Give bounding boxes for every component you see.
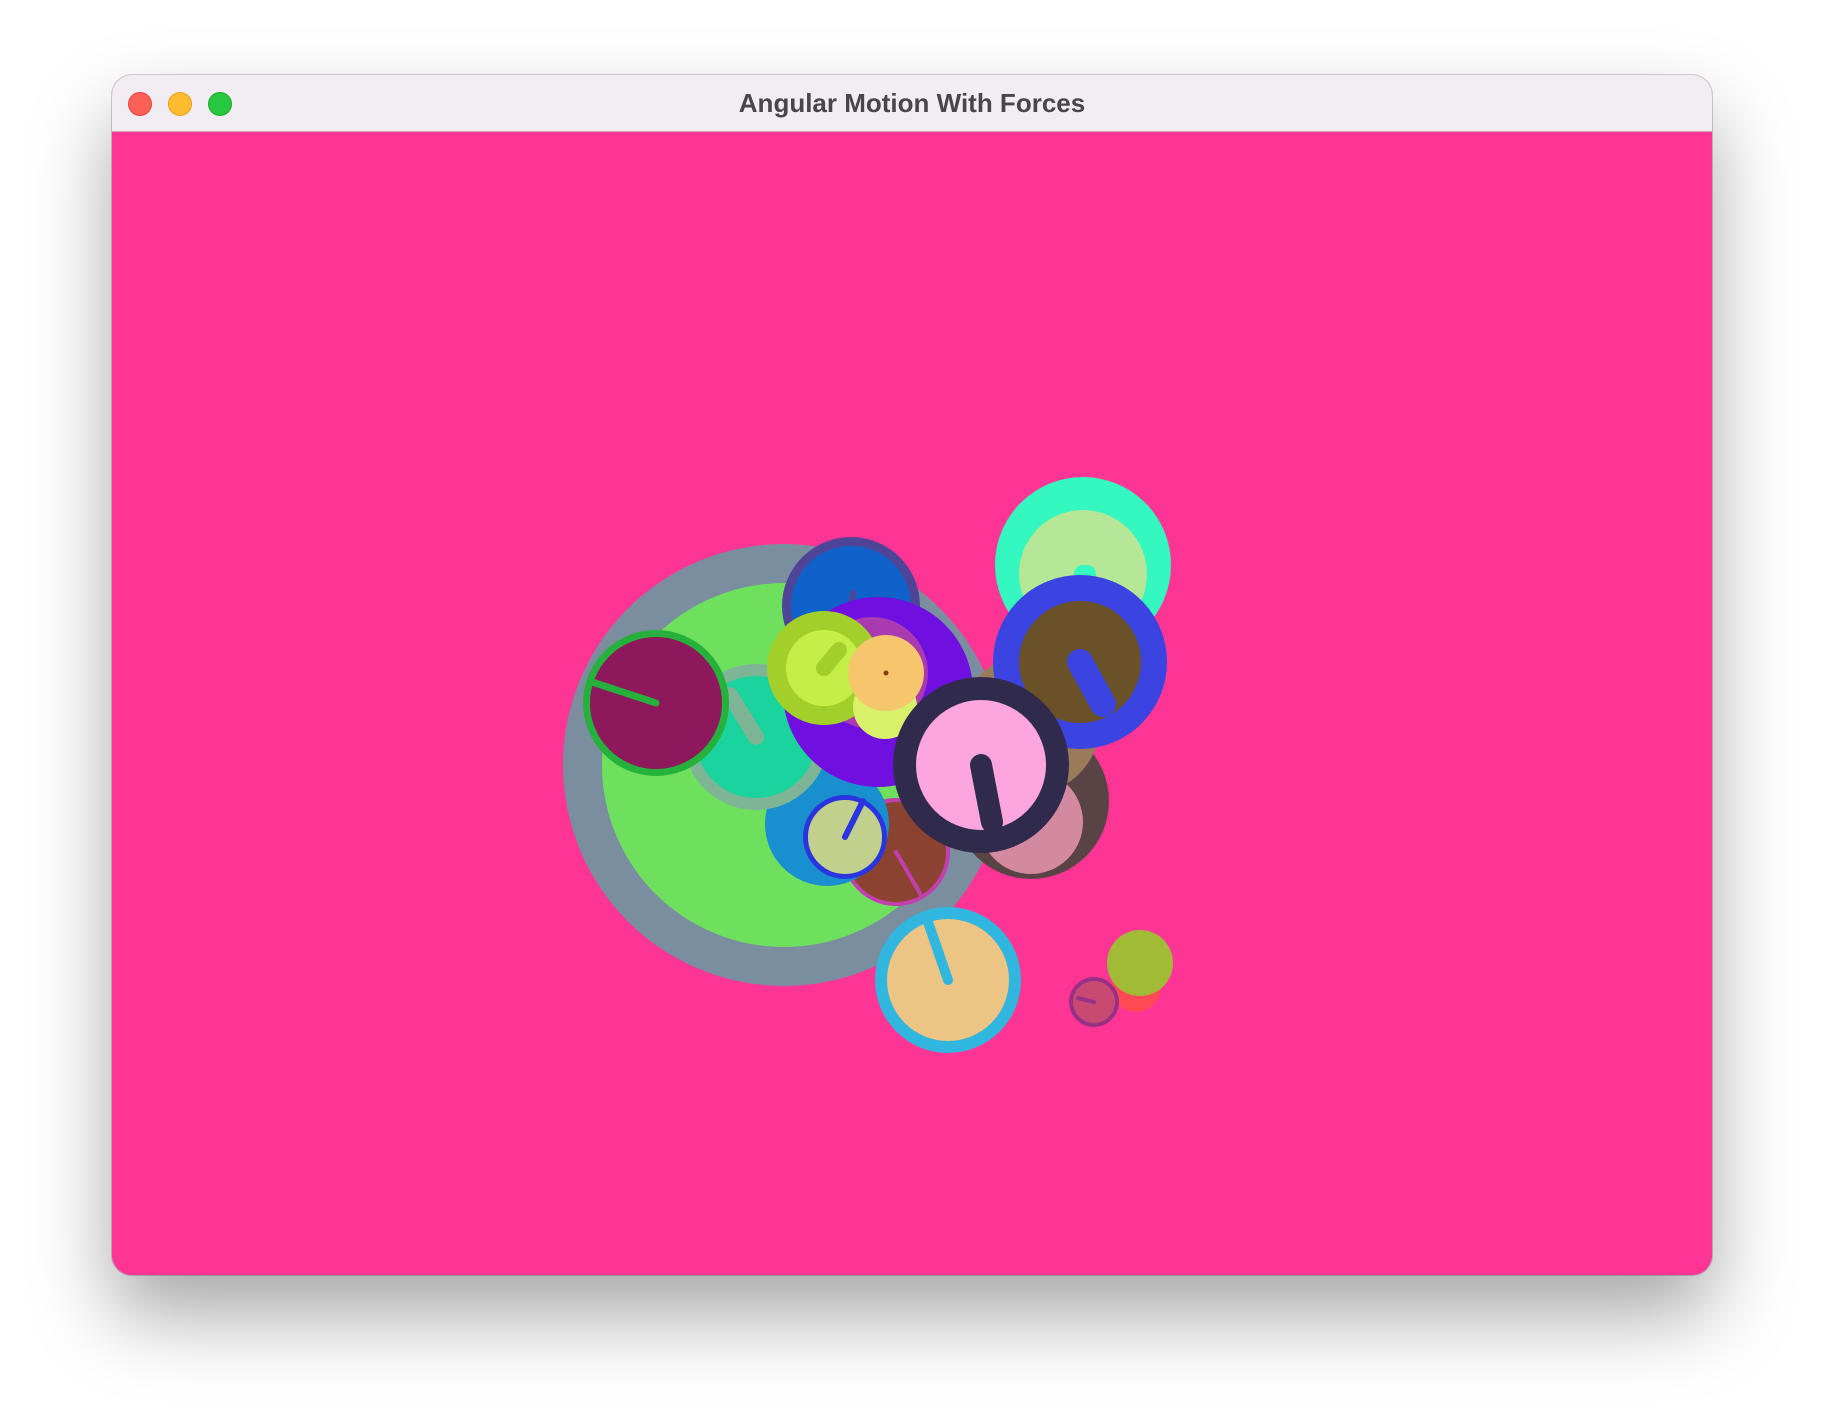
window-title: Angular Motion With Forces — [738, 88, 1086, 118]
simulation-svg — [112, 132, 1712, 1275]
body-pink-dark-ring-pointer — [970, 754, 1003, 833]
body-olive-small — [1107, 930, 1173, 996]
simulation-canvas — [112, 132, 1712, 1275]
title-bar[interactable]: Angular Motion With Forces — [112, 75, 1712, 132]
app-window: Angular Motion With Forces — [112, 75, 1712, 1275]
